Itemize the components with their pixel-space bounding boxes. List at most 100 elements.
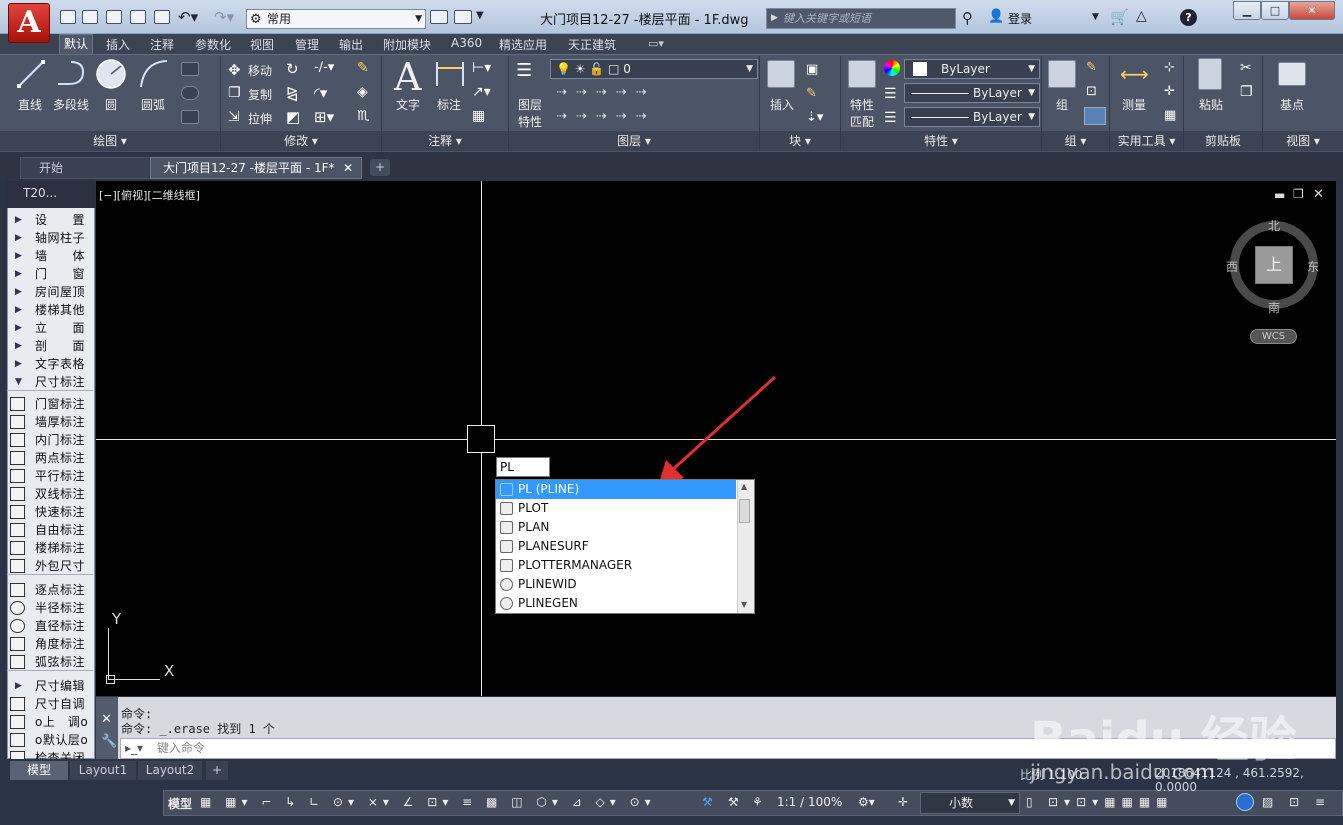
palette-menu-dimension[interactable]: ▼ 尺寸标注 (7, 373, 93, 391)
ungroup-icon[interactable]: ✎ (1086, 60, 1097, 75)
autocomplete-item[interactable]: PLINEWID (496, 575, 736, 594)
panel-layers[interactable]: 图层 ▾ (509, 131, 759, 151)
new-layout-button[interactable]: + (206, 761, 228, 780)
clean-screen-icons[interactable]: ▨ ⊡ ≡ (1262, 795, 1331, 809)
array-icon[interactable]: ⊞▾ (314, 108, 334, 126)
scale-icon[interactable]: ◩ (286, 108, 300, 126)
fillet-icon[interactable]: ◜▾ (314, 84, 327, 102)
compass-south[interactable]: 南 (1268, 299, 1280, 316)
palette-menu-text-table[interactable]: ▶ 文字表格 (7, 355, 93, 373)
palette-cmd[interactable]: 自由标注 (7, 521, 93, 539)
tab-layout1[interactable]: Layout1 (70, 761, 136, 780)
trim-icon[interactable]: -/-▾ (314, 60, 334, 75)
annotation-visibility-icon[interactable]: ⚒ (702, 795, 713, 809)
layer-dropdown[interactable]: 💡 ☀ 🔓 □ 0 ▼ (550, 59, 758, 79)
palette-cmd[interactable]: 门窗标注 (7, 395, 93, 413)
match-label-2[interactable]: 匹配 (850, 113, 874, 130)
new-file-icon[interactable] (60, 10, 76, 24)
offset-icon[interactable]: ♏ (357, 108, 370, 124)
circle-label[interactable]: 圆 (105, 96, 117, 113)
base-label[interactable]: 基点 (1280, 96, 1304, 113)
palette-menu-wall[interactable]: ▶ 墙 体 (7, 247, 93, 265)
calculator-icon[interactable]: ▦ (1164, 108, 1176, 123)
panel-properties[interactable]: 特性 ▾ (841, 131, 1041, 151)
a360-icon[interactable]: △ (1136, 8, 1147, 24)
panel-draw[interactable]: 绘图 ▾ (0, 131, 220, 151)
polyline-label[interactable]: 多段线 (53, 96, 89, 113)
annotation-scale-icon[interactable]: ⚘ (752, 795, 763, 809)
panel-modify[interactable]: 修改 ▾ (221, 131, 381, 151)
tab-annotate[interactable]: 注释 (150, 36, 174, 53)
leader-icon[interactable]: ↗▾ (472, 84, 491, 100)
layer-props-label-2[interactable]: 特性 (518, 113, 542, 130)
tab-manage[interactable]: 管理 (295, 36, 319, 53)
base-view-icon[interactable] (1278, 62, 1306, 86)
layer-tools-row2[interactable]: ⇢⇢⇢⇢⇢ (556, 109, 655, 124)
stretch-icon[interactable]: ⇲ (228, 109, 240, 125)
group-select-icon[interactable] (1084, 107, 1106, 125)
paste-label[interactable]: 粘贴 (1199, 96, 1223, 113)
panel-utilities[interactable]: 实用工具 ▾ (1110, 131, 1183, 151)
palette-cmd[interactable]: 楼梯标注 (7, 539, 93, 557)
color-wheel-icon[interactable] (884, 60, 900, 76)
linetype-icon[interactable]: ☰ (884, 110, 897, 126)
measure-icon[interactable]: ⟷ (1120, 62, 1149, 86)
viewport-minimize-icon[interactable]: ▬ (1274, 188, 1285, 202)
palette-menu-room-roof[interactable]: ▶ 房间屋顶 (7, 283, 93, 301)
rotate-icon[interactable]: ↻ (286, 60, 299, 78)
scroll-up-icon[interactable]: ▲ (741, 482, 747, 491)
tab-tangent[interactable]: 天正建筑 (568, 36, 616, 53)
dynamic-input-field[interactable]: PL (496, 457, 550, 477)
autocomplete-item[interactable]: PLINEGEN (496, 594, 736, 613)
properties-icon[interactable] (454, 10, 472, 24)
undo-icon[interactable]: ↶▾ (178, 8, 198, 26)
text-icon[interactable]: A (394, 55, 421, 99)
scroll-down-icon[interactable]: ▼ (741, 600, 747, 609)
explode-icon[interactable]: ◈ (357, 84, 368, 100)
tab-layout2[interactable]: Layout2 (138, 761, 202, 780)
edit-block-icon[interactable]: ✎ (806, 86, 817, 101)
login-button[interactable]: 登录 (1008, 10, 1032, 27)
viewport-controls[interactable]: [−][俯视][二维线框] (99, 187, 200, 203)
wrench-icon[interactable]: 🔧 (101, 734, 117, 749)
copy-clip-icon[interactable]: ❐ (1240, 84, 1253, 100)
tab-addins[interactable]: 附加模块 (383, 36, 431, 53)
copy-icon[interactable]: ❐ (228, 85, 241, 101)
rectangle-icon[interactable] (181, 62, 199, 76)
match-label-1[interactable]: 特性 (850, 96, 874, 113)
line-icon[interactable] (16, 58, 46, 90)
erase-icon[interactable]: ✎ (357, 60, 369, 76)
palette-cmd[interactable]: 尺寸自调 (7, 695, 93, 713)
dimension-icon[interactable] (434, 58, 466, 90)
group-label[interactable]: 组 (1056, 96, 1068, 113)
help-icon[interactable]: ? (1180, 9, 1197, 26)
palette-menu-section[interactable]: ▶ 剖 面 (7, 337, 93, 355)
customize-qat-icon[interactable]: ▼ (476, 10, 484, 21)
annotation-monitor-icon[interactable]: ✛ (898, 795, 908, 809)
open-file-icon[interactable] (82, 10, 98, 24)
panel-view[interactable]: 视图 ▾ (1263, 131, 1343, 151)
scrollbar-thumb[interactable] (739, 499, 750, 523)
wcs-menu[interactable]: WCS (1250, 329, 1297, 344)
palette-cmd[interactable]: 半径标注 (7, 599, 93, 617)
save-icon[interactable] (106, 10, 122, 24)
cut-icon[interactable]: ✂ (1240, 60, 1252, 76)
viewport-close-icon[interactable]: ✕ (1313, 187, 1324, 202)
autocomplete-item[interactable]: PLANESURF (496, 537, 736, 556)
lineweight-dropdown[interactable]: ByLayer ▼ (904, 83, 1040, 103)
palette-cmd[interactable]: 逐点标注 (7, 581, 93, 599)
table-icon[interactable]: ▦ (472, 108, 485, 124)
scale-dropdown[interactable]: 1:1 / 100% (777, 795, 842, 809)
insert-block-icon[interactable] (767, 60, 795, 88)
tab-insert[interactable]: 插入 (106, 36, 130, 53)
palette-menu-door-window[interactable]: ▶ 门 窗 (7, 265, 93, 283)
redo-icon[interactable]: ↷▾ (214, 8, 234, 26)
palette-menu-settings[interactable]: ▶ 设 置 (7, 211, 93, 229)
arc-icon[interactable] (138, 58, 170, 90)
move-icon[interactable]: ✥ (228, 61, 241, 79)
command-grip[interactable] (96, 697, 118, 759)
quick-properties-icon[interactable]: ▯ (1026, 795, 1033, 809)
tab-default[interactable]: 默认 (59, 34, 94, 54)
move-label[interactable]: 移动 (248, 62, 272, 79)
viewcube-top-face[interactable]: 上 (1255, 246, 1293, 284)
